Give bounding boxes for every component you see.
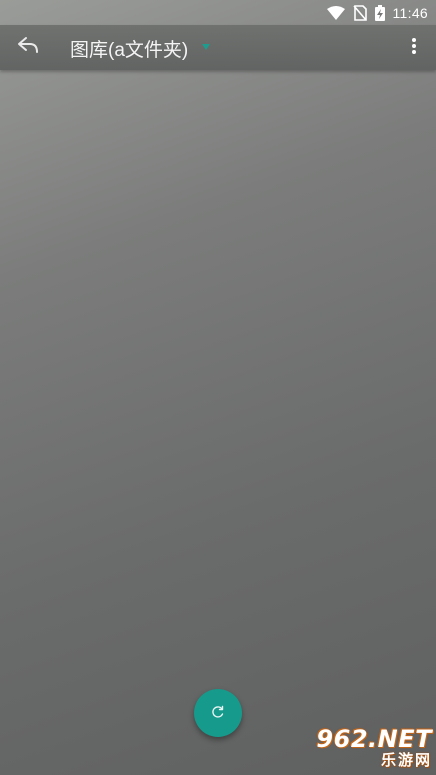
refresh-icon [211,704,225,723]
app-bar: 图库(a文件夹) [0,25,436,70]
wifi-icon [326,5,345,20]
overflow-menu-button[interactable] [400,34,428,62]
refresh-button[interactable] [194,689,242,737]
status-time: 11:46 [392,4,428,21]
more-vert-icon [411,37,417,59]
triangle-down-icon [202,44,211,50]
album-selector[interactable]: 图库(a文件夹) [70,35,211,61]
watermark-brand: 962.NET [316,725,432,753]
battery-charging-icon [374,4,385,21]
page-title: 图库(a文件夹) [70,39,189,61]
watermark-logo: 962.NET 乐游网 [296,725,432,771]
watermark-subtitle: 乐游网 [380,751,432,769]
status-bar: 11:46 [0,0,436,25]
reply-back-icon [17,36,39,58]
no-sim-icon [352,4,367,21]
back-button[interactable] [12,33,44,61]
gallery-grid [0,70,436,775]
